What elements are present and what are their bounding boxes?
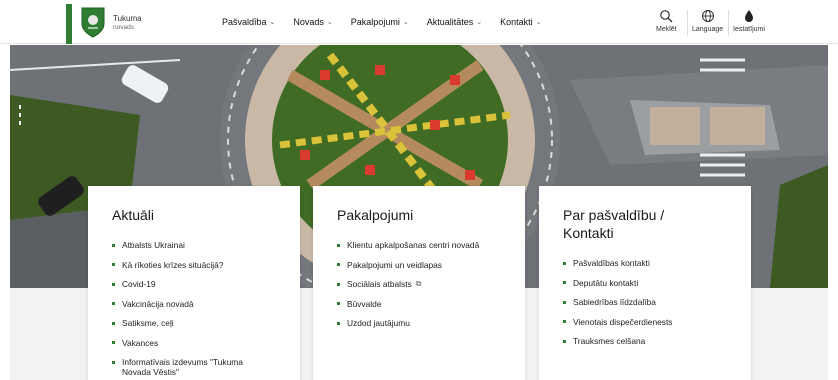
bullet-icon [563,339,566,343]
card-title: Pakalpojumi [337,207,414,223]
card-aktuali: Aktuāli Atbalsts Ukrainai Kā rīkoties kr… [88,186,300,380]
chevron-down-icon: ⌄ [269,19,276,26]
site-header: Tukuma novads Pašvaldība ⌄ Novads ⌄ Paka… [0,0,838,44]
nav-item-label: Aktualitātes [426,17,474,27]
list-item[interactable]: Vienotais dispečerdienests [563,317,727,327]
language-button[interactable]: Language [692,8,723,33]
search-button[interactable]: Meklēt [656,8,677,33]
list-item[interactable]: Būvvalde [337,299,501,309]
list-item[interactable]: Trauksmes celšana [563,336,727,346]
bullet-icon [112,282,115,286]
external-link-icon: ⧉ [415,279,422,288]
settings-button[interactable]: Iestatījumi [733,8,765,33]
link-label: Kā rīkoties krīzes situācijā? [122,259,224,270]
brand-name[interactable]: Tukuma novads [113,14,142,32]
bullet-icon [337,321,340,325]
bullet-icon [337,263,340,266]
search-icon [659,8,673,24]
list-item[interactable]: Uzdod jautājumu [337,318,501,328]
brand-subtitle: novads [113,24,134,31]
nav-item-label: Pašvaldība [222,17,267,27]
brand-title: Tukuma [113,14,142,23]
card-kontakti: Par pašvaldību / Kontakti Pašvaldības ko… [539,186,751,380]
chevron-down-icon: ⌄ [476,19,483,26]
bullet-icon [112,321,115,325]
list-item[interactable]: Deputātu kontakti [563,278,727,288]
bullet-icon [112,243,115,247]
card-link-list: Klientu apkalpošanas centri novadā Pakal… [337,240,501,328]
settings-label: Iestatījumi [733,26,765,33]
list-item[interactable]: Kā rīkoties krīzes situācijā? [112,260,276,270]
chevron-down-icon: ⌄ [326,19,333,26]
bullet-icon [337,243,340,247]
nav-item-label: Pakalpojumi [350,17,400,27]
contrast-drop-icon [744,8,754,24]
link-label: Satiksme, ceļi [122,318,174,328]
nav-item-aktualitates[interactable]: Aktualitātes ⌄ [427,17,482,27]
bullet-icon [337,302,340,305]
chevron-down-icon: ⌄ [535,19,542,26]
language-label: Language [692,26,724,33]
list-item[interactable]: Klientu apkalpošanas centri novadā [337,240,501,250]
bullet-icon [112,302,115,305]
list-item[interactable]: Covid-19 [112,279,276,289]
list-item[interactable]: Pašvaldības kontakti [563,258,727,268]
bullet-icon [112,341,115,344]
card-title: Par pašvaldību / Kontakti [563,207,665,241]
card-link-list: Pašvaldības kontakti Deputātu kontakti S… [563,258,727,346]
list-item[interactable]: Vakcinācija novadā [112,299,276,309]
link-label: Pakalpojumi un veidlapas [347,259,442,270]
link-label: Sabiedrības līdzdalība [573,297,656,307]
bullet-icon [563,261,566,265]
link-label: Trauksmes celšana [573,336,646,346]
globe-icon [701,8,715,24]
link-label: Vienotais dispečerdienests [573,316,673,327]
chevron-down-icon: ⌄ [402,19,409,26]
link-label: Informatīvais izdevums "Tukuma Novada Vē… [122,357,243,377]
nav-item-label: Novads [293,17,324,27]
link-label: Vakances [122,337,159,348]
nav-item-kontakti[interactable]: Kontakti ⌄ [500,17,541,27]
bullet-icon [563,300,566,304]
link-label: Vakcinācija novadā [122,298,194,309]
list-item[interactable]: Vakances [112,338,276,348]
nav-item-pakalpojumi[interactable]: Pakalpojumi ⌄ [351,17,409,27]
link-label: Klientu apkalpošanas centri novadā [347,240,480,250]
link-label: Covid-19 [122,279,156,289]
link-label: Būvvalde [347,298,382,309]
list-item[interactable]: Atbalsts Ukrainai [112,240,276,250]
link-label: Pašvaldības kontakti [573,258,650,268]
bullet-icon [112,360,115,364]
divider [728,10,729,36]
card-title: Aktuāli [112,207,155,223]
main-nav: Pašvaldība ⌄ Novads ⌄ Pakalpojumi ⌄ Aktu… [222,17,542,27]
bullet-icon [112,263,115,266]
list-item[interactable]: Sociālais atbalsts ⧉ [337,279,501,289]
link-label: Atbalsts Ukrainai [122,240,185,250]
bullet-icon [563,281,566,284]
bullet-icon [563,320,566,323]
divider [687,10,688,36]
coat-of-arms-logo[interactable] [80,6,106,38]
card-link-list: Atbalsts Ukrainai Kā rīkoties krīzes sit… [112,240,276,377]
list-item[interactable]: Informatīvais izdevums "Tukuma Novada Vē… [112,357,276,377]
list-item[interactable]: Satiksme, ceļi [112,318,276,328]
nav-item-novads[interactable]: Novads ⌄ [293,17,332,27]
bullet-icon [337,282,340,286]
card-pakalpojumi: Pakalpojumi Klientu apkalpošanas centri … [313,186,525,380]
link-label: Deputātu kontakti [573,277,639,288]
link-label: Uzdod jautājumu [347,318,410,328]
list-item[interactable]: Sabiedrības līdzdalība [563,297,727,307]
list-item[interactable]: Pakalpojumi un veidlapas [337,260,501,270]
link-label: Sociālais atbalsts [347,279,412,289]
nav-item-label: Kontakti [500,17,533,27]
page-edge [828,45,838,380]
search-label: Meklēt [656,26,677,33]
brand-accent-bar [66,4,72,44]
nav-item-pasvaldiba[interactable]: Pašvaldība ⌄ [222,17,275,27]
